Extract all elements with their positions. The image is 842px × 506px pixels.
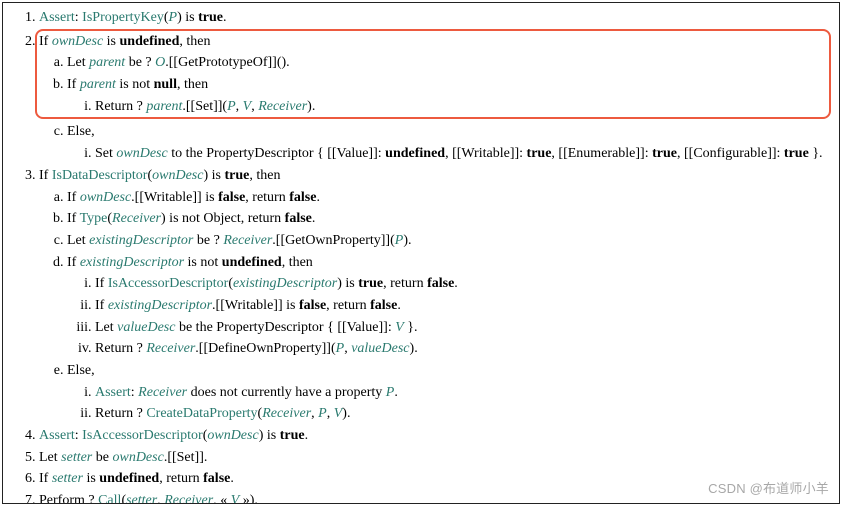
step-3d-i: If IsAccessorDescriptor(existingDescript… bbox=[95, 273, 831, 295]
document-border: Assert: IsPropertyKey(P) is true. If own… bbox=[2, 2, 840, 504]
algorithm-content: Assert: IsPropertyKey(P) is true. If own… bbox=[3, 3, 839, 504]
step-3e-ii: Return ? CreateDataProperty(Receiver, P,… bbox=[95, 403, 831, 425]
step-3d: If existingDescriptor is not undefined, … bbox=[67, 252, 831, 360]
step-1: Assert: IsPropertyKey(P) is true. bbox=[39, 7, 831, 29]
step-2b: If parent is not null, then Return ? par… bbox=[67, 74, 827, 117]
step-2a: Let parent be ? O.[[GetPrototypeOf]](). bbox=[67, 52, 827, 74]
watermark: CSDN @布道师小羊 bbox=[708, 479, 829, 499]
algorithm-steps: Assert: IsPropertyKey(P) is true. If own… bbox=[11, 7, 831, 504]
step-2c-i: Set ownDesc to the PropertyDescriptor { … bbox=[95, 143, 831, 165]
ispropertykey-link: IsPropertyKey bbox=[82, 10, 164, 25]
step-3e: Else, Assert: Receiver does not currentl… bbox=[67, 360, 831, 425]
step-3a: If ownDesc.[[Writable]] is false, return… bbox=[67, 187, 831, 209]
step-3d-iv: Return ? Receiver.[[DefineOwnProperty]](… bbox=[95, 338, 831, 360]
step-2: If ownDesc is undefined, then Let parent… bbox=[39, 29, 831, 165]
step-4: Assert: IsAccessorDescriptor(ownDesc) is… bbox=[39, 425, 831, 447]
step-3b: If Type(Receiver) is not Object, return … bbox=[67, 208, 831, 230]
step-3: If IsDataDescriptor(ownDesc) is true, th… bbox=[39, 165, 831, 425]
step-3d-ii: If existingDescriptor.[[Writable]] is fa… bbox=[95, 295, 831, 317]
step-2c: Else, Set ownDesc to the PropertyDescrip… bbox=[67, 121, 831, 164]
step-3e-i: Assert: Receiver does not currently have… bbox=[95, 382, 831, 404]
step-5: Let setter be ownDesc.[[Set]]. bbox=[39, 447, 831, 469]
step-3d-iii: Let valueDesc be the PropertyDescriptor … bbox=[95, 317, 831, 339]
step-2b-i: Return ? parent.[[Set]](P, V, Receiver). bbox=[95, 96, 827, 118]
step-3c: Let existingDescriptor be ? Receiver.[[G… bbox=[67, 230, 831, 252]
highlighted-block: If ownDesc is undefined, then Let parent… bbox=[35, 29, 831, 120]
assert-link: Assert bbox=[39, 10, 75, 25]
